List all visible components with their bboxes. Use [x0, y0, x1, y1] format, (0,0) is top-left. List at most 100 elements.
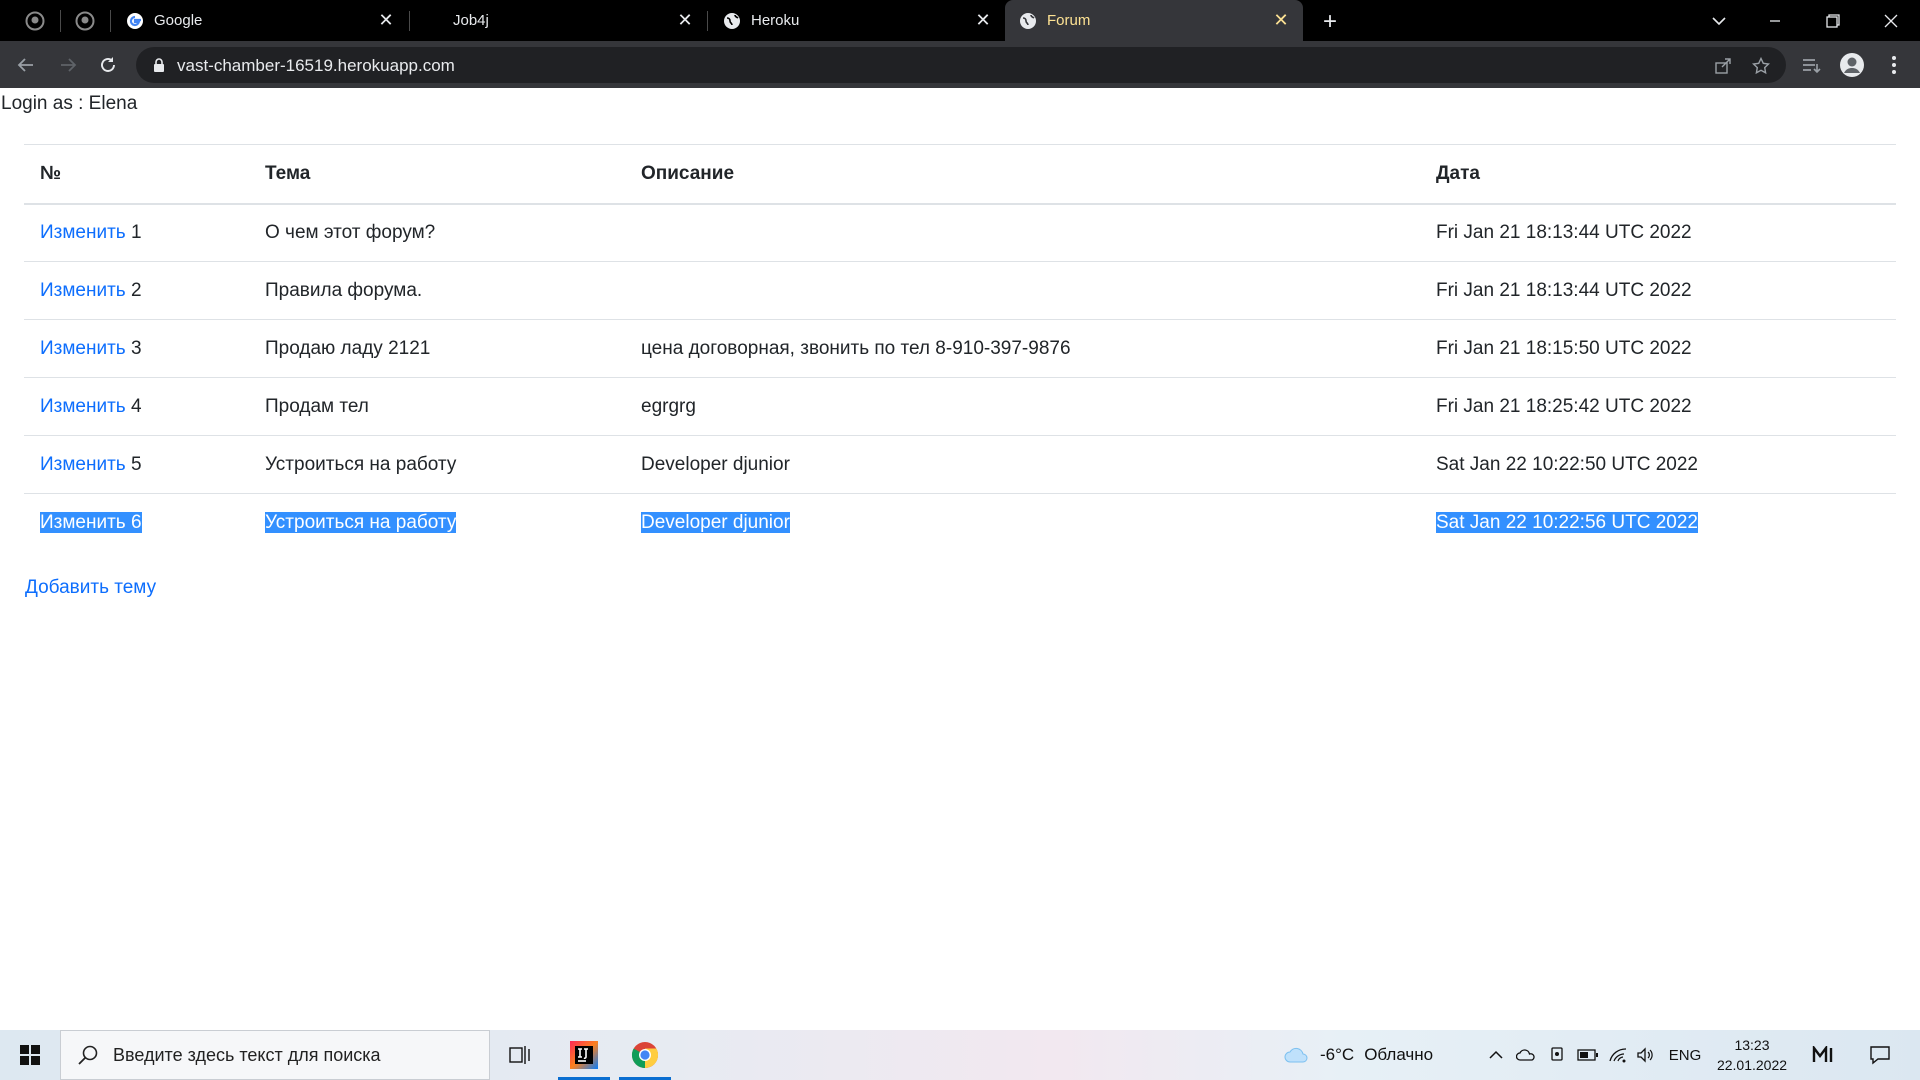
description-cell: Developer djunior [625, 435, 1420, 494]
tab-heroku[interactable]: Heroku ✕ [709, 0, 1005, 41]
column-header-topic: Тема [249, 144, 625, 205]
edit-link[interactable]: Изменить [40, 396, 126, 417]
task-view-button[interactable] [490, 1030, 550, 1080]
globe-icon [1019, 12, 1037, 30]
description-cell: egrgrg [625, 377, 1420, 436]
close-window-button[interactable] [1862, 0, 1920, 41]
tab-google[interactable]: Google ✕ [112, 0, 408, 41]
onedrive-icon[interactable] [1514, 1043, 1538, 1067]
share-icon[interactable] [1712, 55, 1734, 77]
github-icon [25, 11, 44, 30]
topic-cell: О чем этот форум? [249, 203, 625, 262]
close-icon[interactable]: ✕ [971, 9, 995, 33]
row-number-cell: Изменить 2 [24, 261, 249, 320]
close-icon[interactable]: ✕ [1269, 9, 1293, 33]
close-icon[interactable]: ✕ [673, 9, 697, 33]
profile-button[interactable] [1836, 49, 1868, 81]
table-row: Изменить 3 Продаю ладу 2121 цена договор… [24, 319, 1896, 378]
page-content: Login as : Elena № Тема Описание Дата Из… [0, 88, 1920, 1030]
google-icon [126, 12, 144, 30]
intellij-icon [570, 1041, 598, 1069]
column-header-number: № [24, 144, 249, 205]
tab-strip: Google ✕ Job4j ✕ Heroku ✕ Forum ✕ + [0, 0, 1920, 41]
date-cell: Sat Jan 22 10:22:56 UTC 2022 [1420, 494, 1896, 552]
close-icon [1884, 14, 1898, 27]
new-tab-button[interactable]: + [1316, 8, 1344, 36]
menu-button[interactable] [1878, 49, 1910, 81]
date-cell: Fri Jan 21 18:13:44 UTC 2022 [1420, 203, 1896, 262]
pinned-tab-github-1[interactable] [14, 0, 55, 41]
topic-cell: Продаю ладу 2121 [249, 319, 625, 378]
topics-table: № Тема Описание Дата Изменить 1 О чем эт… [24, 144, 1896, 552]
row-number-cell: Изменить 6 [24, 494, 249, 552]
table-row-selected: Изменить 6 Устроиться на работу Develope… [24, 494, 1896, 552]
restore-button[interactable] [1804, 0, 1862, 41]
back-button[interactable] [10, 49, 42, 81]
chevron-up-icon[interactable] [1486, 1043, 1506, 1067]
close-icon[interactable]: ✕ [374, 9, 398, 33]
column-header-date: Дата [1420, 144, 1896, 205]
meet-now-icon[interactable] [1546, 1043, 1570, 1067]
selection-highlight: Изменить 6 [40, 511, 142, 533]
wifi-icon[interactable] [1606, 1043, 1630, 1067]
table-row: Изменить 5 Устроиться на работу Develope… [24, 435, 1896, 494]
clock[interactable]: 13:23 22.01.2022 [1712, 1035, 1792, 1075]
row-number-cell: Изменить 3 [24, 319, 249, 378]
weather-widget[interactable]: -6°C Облачно [1284, 1030, 1433, 1080]
chrome-app[interactable] [615, 1030, 675, 1080]
row-number: 2 [131, 279, 142, 301]
url-text[interactable]: vast-chamber-16519.herokuapp.com [177, 56, 455, 76]
intellij-app[interactable] [554, 1030, 614, 1080]
notifications-icon[interactable] [1864, 1043, 1896, 1067]
table-row: Изменить 4 Продам тел egrgrg Fri Jan 21 … [24, 377, 1896, 436]
reading-list-button[interactable] [1795, 49, 1827, 81]
edit-link[interactable]: Изменить [40, 280, 126, 301]
language-indicator[interactable]: ENG [1664, 1043, 1706, 1067]
tab-title: Google [154, 12, 203, 29]
lock-icon[interactable] [150, 56, 168, 74]
row-number-cell: Изменить 4 [24, 377, 249, 436]
windows-icon [20, 1045, 40, 1065]
reload-button[interactable] [92, 49, 124, 81]
row-number: 5 [131, 453, 142, 475]
tab-job4j[interactable]: Job4j ✕ [411, 0, 707, 41]
volume-icon[interactable] [1634, 1043, 1658, 1067]
tab-forum[interactable]: Forum ✕ [1005, 0, 1303, 41]
row-number: 4 [131, 395, 142, 417]
pinned-tab-github-2[interactable] [64, 0, 105, 41]
app-tray-icon[interactable] [1808, 1043, 1840, 1067]
tab-separator [110, 10, 111, 32]
clock-date: 22.01.2022 [1716, 1057, 1788, 1073]
row-number: 1 [131, 221, 142, 243]
browser-toolbar: vast-chamber-16519.herokuapp.com [0, 41, 1920, 88]
topic-cell: Продам тел [249, 377, 625, 436]
weather-temp: -6°C [1320, 1045, 1355, 1064]
minimize-button[interactable] [1746, 0, 1804, 41]
row-number-cell: Изменить 5 [24, 435, 249, 494]
edit-link[interactable]: Изменить [40, 338, 126, 359]
edit-link[interactable]: Изменить [40, 512, 126, 533]
description-cell: Developer djunior [625, 494, 1420, 552]
topic-cell: Устроиться на работу [249, 494, 625, 552]
task-view-icon [509, 1046, 530, 1064]
description-cell: цена договорная, звонить по тел 8-910-39… [625, 319, 1420, 378]
restore-icon [1826, 13, 1840, 28]
address-bar[interactable]: vast-chamber-16519.herokuapp.com [136, 47, 1786, 83]
topic-cell: Устроиться на работу [249, 435, 625, 494]
start-button[interactable] [0, 1030, 60, 1080]
arrow-left-icon [17, 58, 33, 72]
edit-link[interactable]: Изменить [40, 454, 126, 475]
taskbar: Введите здесь текст для поиска -6°C Обла… [0, 1030, 1920, 1080]
forward-button[interactable] [52, 49, 84, 81]
edit-link[interactable]: Изменить [40, 222, 126, 243]
row-number: 6 [131, 511, 142, 533]
battery-icon[interactable] [1576, 1043, 1600, 1067]
avatar [1840, 53, 1864, 77]
tab-search-button[interactable] [1690, 0, 1748, 41]
login-status: Login as : Elena [1, 93, 138, 114]
star-icon[interactable] [1750, 55, 1772, 77]
add-topic-link[interactable]: Добавить тему [25, 577, 156, 599]
globe-icon [723, 12, 741, 30]
date-cell: Fri Jan 21 18:13:44 UTC 2022 [1420, 261, 1896, 320]
taskbar-search[interactable]: Введите здесь текст для поиска [60, 1030, 490, 1080]
